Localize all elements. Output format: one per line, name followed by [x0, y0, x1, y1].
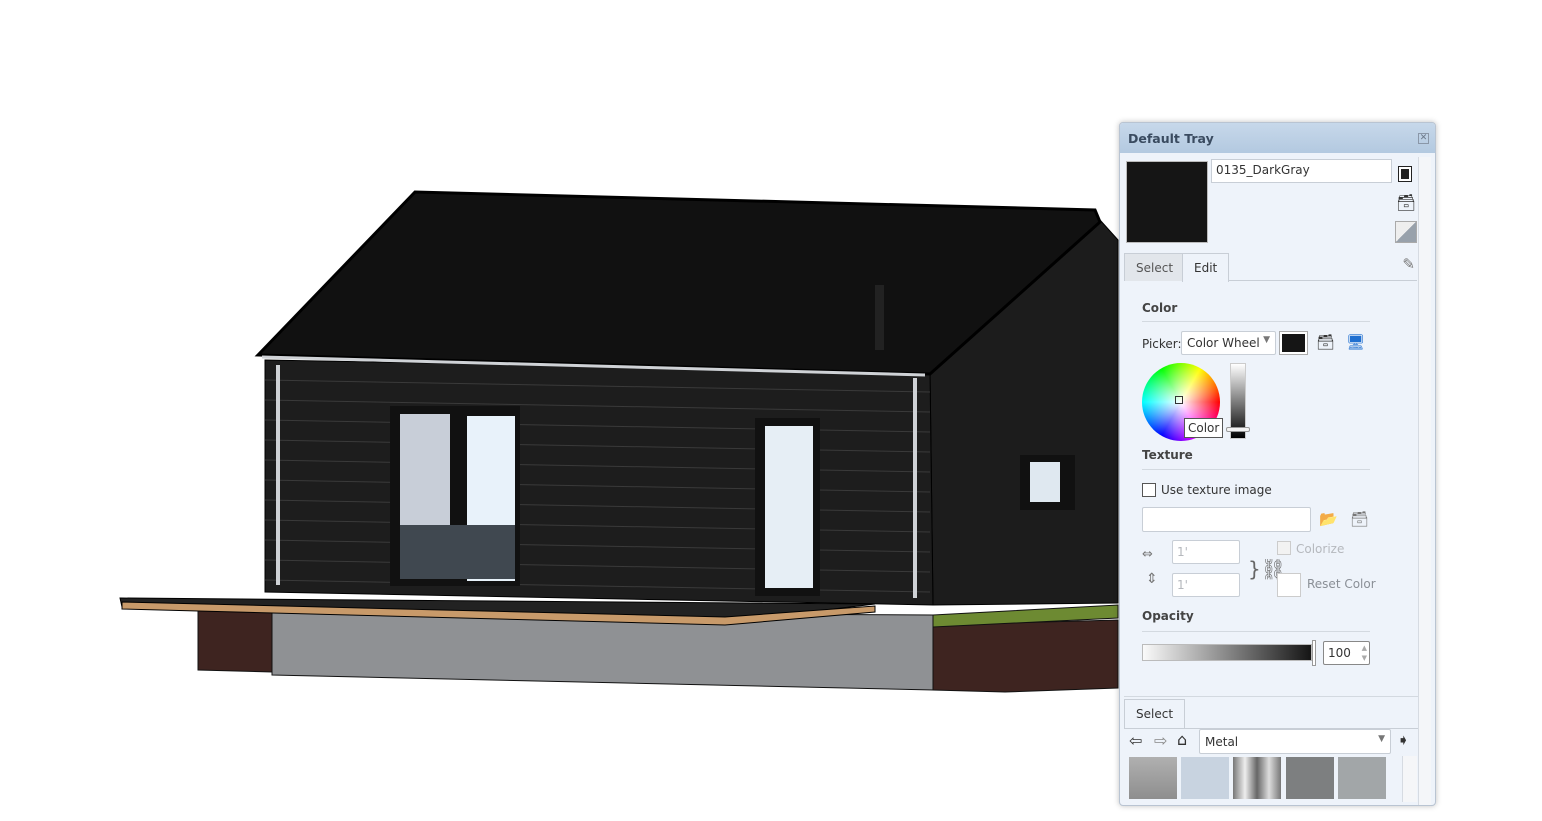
picker-value: Color Wheel	[1187, 336, 1260, 350]
material-thumbnail[interactable]	[1286, 757, 1334, 799]
brightness-handle[interactable]	[1226, 427, 1250, 432]
tray-title-bar: Default Tray ✕	[1120, 123, 1435, 153]
opacity-handle[interactable]	[1312, 640, 1316, 666]
default-tray: Default Tray ✕ 0135_DarkGray 🗃 Select Ed…	[1119, 122, 1436, 806]
color-wheel-handle[interactable]	[1175, 396, 1183, 404]
material-preview	[1126, 161, 1208, 243]
material-thumbnail[interactable]	[1129, 757, 1177, 799]
details-arrow-icon[interactable]: ➧	[1397, 731, 1410, 749]
chimney-pipe	[875, 285, 884, 350]
opacity-heading: Opacity	[1142, 609, 1194, 623]
divider	[1142, 469, 1370, 470]
color-heading: Color	[1142, 301, 1178, 315]
opacity-input[interactable]: 100 ▲ ▼	[1323, 641, 1370, 665]
spinner-icon[interactable]: ▲ ▼	[1362, 643, 1367, 663]
picker-select[interactable]: Color Wheel ▼	[1181, 331, 1276, 355]
home-icon[interactable]: ⌂	[1177, 730, 1187, 749]
width-arrows-icon: ⇔	[1142, 547, 1153, 562]
edit-texture-icon[interactable]: 🗃	[1350, 510, 1369, 528]
material-name-input[interactable]: 0135_DarkGray	[1211, 159, 1392, 183]
opacity-slider[interactable]	[1142, 644, 1312, 661]
front-wall	[264, 359, 934, 606]
use-texture-checkbox[interactable]	[1142, 483, 1156, 497]
colorize-label: Colorize	[1296, 542, 1345, 556]
close-icon[interactable]: ✕	[1418, 133, 1429, 144]
thumbnail-scrollbar[interactable]	[1402, 756, 1417, 802]
divider	[1142, 631, 1370, 632]
material-tabs: Select Edit ✎	[1124, 251, 1417, 282]
material-thumbnail[interactable]	[1338, 757, 1386, 799]
tab-select[interactable]: Select	[1124, 253, 1186, 281]
chevron-down-icon: ▼	[1378, 734, 1385, 744]
tray-scrollbar[interactable]	[1418, 157, 1431, 805]
texture-width-input[interactable]: 1'	[1172, 540, 1240, 564]
match-model-color-icon[interactable]: 🗃	[1316, 333, 1335, 351]
foundation-right	[932, 619, 1119, 693]
color-swatch-button[interactable]	[1279, 331, 1308, 355]
opacity-value: 100	[1328, 646, 1351, 660]
picker-label: Picker:	[1142, 337, 1182, 351]
eyedropper-icon[interactable]: ✎	[1402, 255, 1415, 273]
back-arrow-icon[interactable]: ⇦	[1129, 731, 1142, 750]
house-model	[119, 190, 1119, 693]
foundation-left	[197, 609, 273, 673]
material-thumbnail[interactable]	[1181, 757, 1229, 799]
small-window	[1020, 455, 1075, 510]
create-material-icon[interactable]: 🗃	[1396, 193, 1416, 212]
library-select[interactable]: Metal ▼	[1199, 729, 1391, 754]
use-texture-label: Use texture image	[1161, 483, 1272, 497]
bottom-tab-select[interactable]: Select	[1124, 699, 1186, 729]
height-arrows-icon: ⇕	[1146, 571, 1158, 587]
display-secondary-icon[interactable]	[1398, 166, 1412, 182]
patio-door-left	[390, 406, 520, 586]
divider	[1142, 321, 1370, 322]
divider	[1124, 696, 1418, 697]
reset-color-swatch[interactable]	[1277, 573, 1301, 597]
material-thumbnail[interactable]	[1233, 757, 1281, 799]
browse-folder-icon[interactable]: 📂	[1319, 510, 1338, 528]
foundation-concrete	[271, 611, 934, 691]
chevron-down-icon: ▼	[1263, 335, 1270, 345]
texture-height-input[interactable]: 1'	[1172, 573, 1240, 597]
default-material-icon[interactable]	[1395, 221, 1417, 243]
forward-arrow-icon[interactable]: ⇨	[1154, 731, 1167, 750]
reset-color-button[interactable]: Reset Color	[1307, 577, 1376, 591]
library-value: Metal	[1205, 735, 1239, 749]
tray-title: Default Tray	[1128, 131, 1214, 146]
colorize-checkbox[interactable]	[1277, 541, 1291, 555]
texture-path-input[interactable]	[1142, 507, 1311, 532]
texture-heading: Texture	[1142, 448, 1193, 462]
patio-door-right	[755, 418, 820, 596]
tab-edit[interactable]: Edit	[1182, 253, 1230, 282]
match-screen-color-icon[interactable]: 🖥	[1346, 333, 1365, 351]
tooltip: Color	[1184, 418, 1224, 438]
